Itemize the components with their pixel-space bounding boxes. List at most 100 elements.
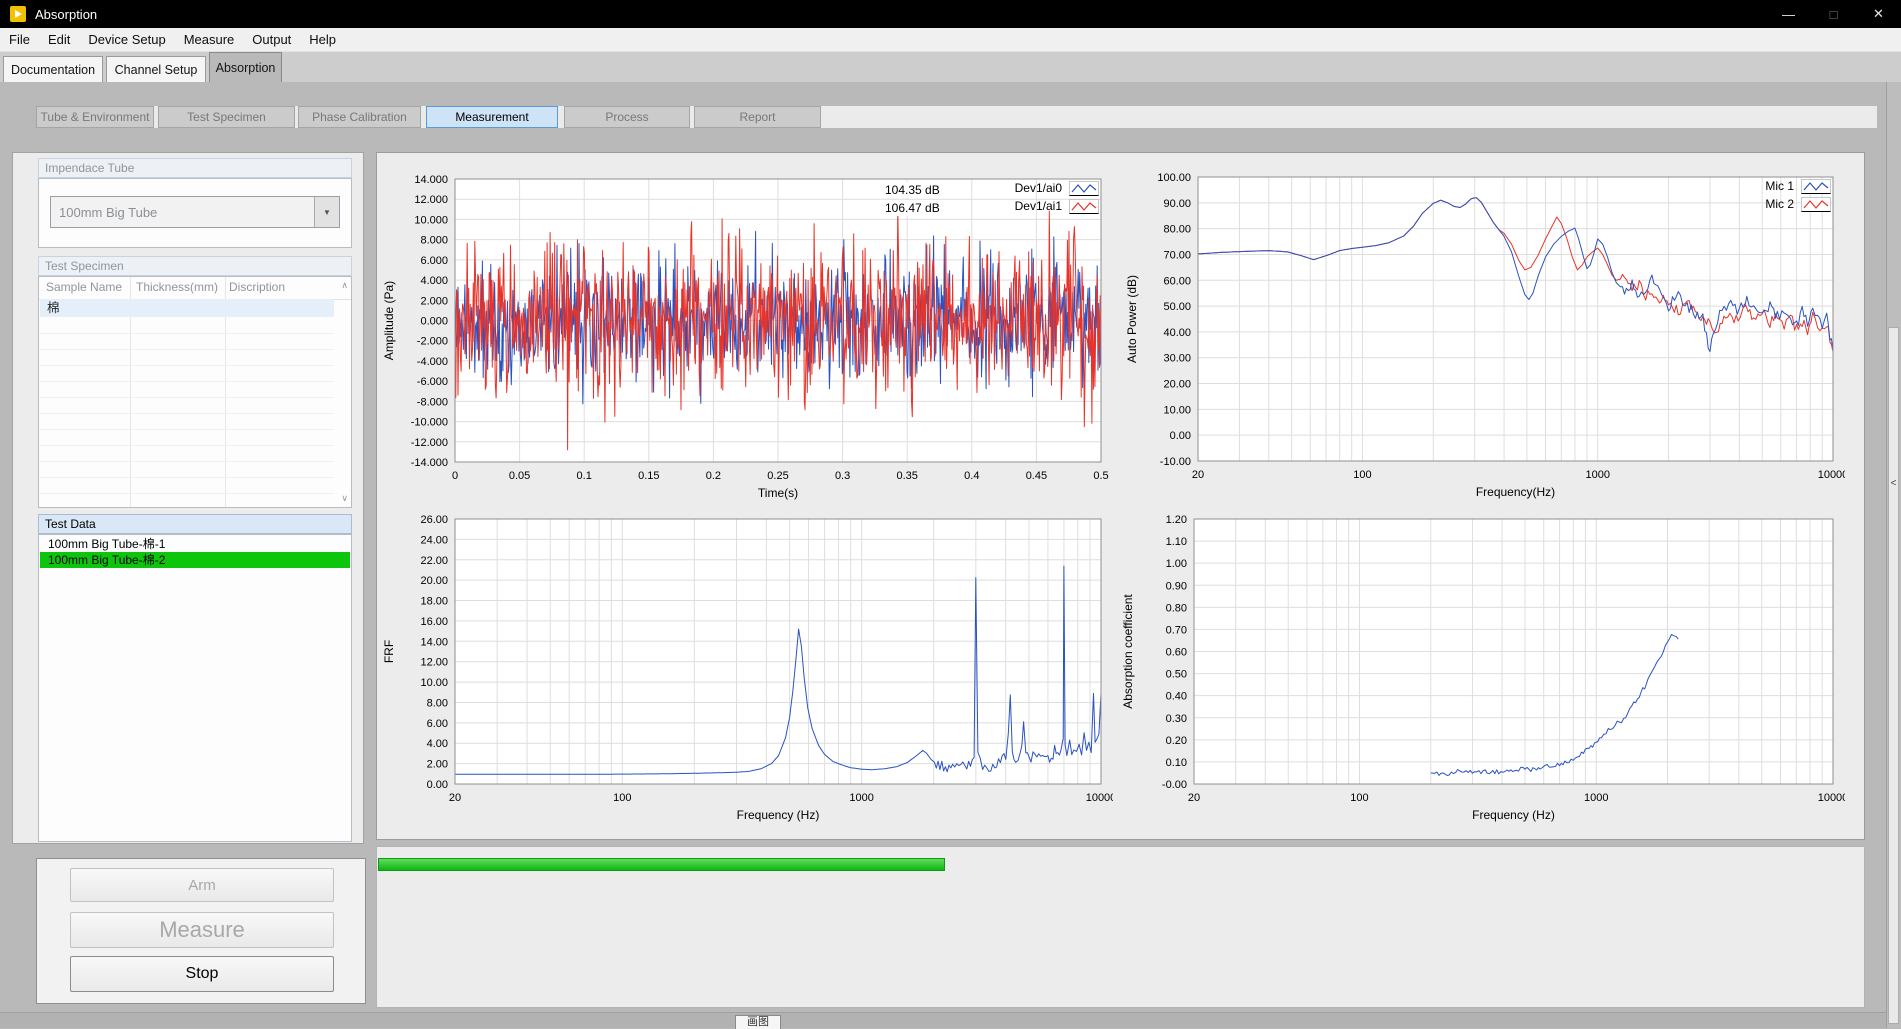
main-tab-strip: DocumentationChannel SetupAbsorption bbox=[0, 52, 1901, 82]
right-scroll-track[interactable]: < bbox=[1888, 327, 1899, 1024]
test-specimen-table: Sample NameThickness(mm)Discription棉∧∨ bbox=[38, 276, 352, 508]
scroll-down-icon[interactable]: ∨ bbox=[341, 494, 348, 503]
svg-text:0.40: 0.40 bbox=[1166, 691, 1187, 703]
subtab-process[interactable]: Process bbox=[564, 106, 690, 128]
table-row-empty[interactable] bbox=[40, 445, 334, 462]
menu-measure[interactable]: Measure bbox=[175, 28, 244, 51]
close-button[interactable]: ✕ bbox=[1856, 0, 1901, 28]
svg-text:Time(s): Time(s) bbox=[758, 486, 798, 500]
table-row-empty[interactable] bbox=[40, 333, 334, 350]
svg-text:6.000: 6.000 bbox=[420, 255, 448, 267]
legend-mic-2[interactable]: Mic 2 bbox=[1765, 196, 1831, 212]
table-row[interactable]: 棉 bbox=[40, 299, 334, 317]
sub-tab-strip: Tube & EnvironmentTest SpecimenPhase Cal… bbox=[36, 106, 1877, 128]
legend-label: Mic 1 bbox=[1765, 179, 1794, 193]
svg-text:0.2: 0.2 bbox=[706, 470, 721, 482]
panel-expand-icon[interactable]: < bbox=[1889, 478, 1898, 489]
svg-text:0.25: 0.25 bbox=[767, 470, 788, 482]
subtab-test-specimen[interactable]: Test Specimen bbox=[158, 106, 295, 128]
tab-absorption[interactable]: Absorption bbox=[209, 52, 282, 82]
test-specimen-header: Test Specimen bbox=[38, 256, 352, 276]
svg-text:0.45: 0.45 bbox=[1026, 470, 1047, 482]
test-data-item[interactable]: 100mm Big Tube-棉-2 bbox=[40, 552, 350, 568]
tab-documentation[interactable]: Documentation bbox=[3, 56, 103, 82]
svg-text:0.10: 0.10 bbox=[1166, 757, 1187, 769]
legend-dev1-ai1[interactable]: Dev1/ai1 bbox=[1015, 198, 1099, 214]
test-data-item[interactable]: 100mm Big Tube-棉-1 bbox=[40, 536, 350, 552]
svg-text:4.000: 4.000 bbox=[420, 275, 448, 287]
maximize-button[interactable]: □ bbox=[1811, 0, 1856, 28]
menu-file[interactable]: File bbox=[0, 28, 39, 51]
svg-text:Frequency(Hz): Frequency(Hz) bbox=[1476, 485, 1555, 499]
window-title: Absorption bbox=[35, 7, 97, 22]
plot-line-icon bbox=[1069, 181, 1099, 196]
arm-button[interactable]: Arm bbox=[70, 868, 334, 902]
svg-text:-6.000: -6.000 bbox=[417, 376, 448, 388]
svg-text:1.10: 1.10 bbox=[1166, 536, 1187, 548]
table-row-empty[interactable] bbox=[40, 381, 334, 398]
legend-label: Dev1/ai1 bbox=[1015, 199, 1062, 213]
column-header-thickness-mm: Thickness(mm) bbox=[136, 280, 218, 294]
svg-text:100: 100 bbox=[1353, 469, 1371, 481]
column-header-discription: Discription bbox=[229, 280, 285, 294]
svg-text:10000: 10000 bbox=[1086, 792, 1113, 804]
level-indicator: 106.47 dB bbox=[880, 200, 945, 216]
svg-text:100: 100 bbox=[1350, 792, 1368, 804]
svg-text:0.60: 0.60 bbox=[1166, 647, 1187, 659]
svg-text:16.00: 16.00 bbox=[420, 616, 448, 628]
frf-chart: 26.0024.0022.0020.0018.0016.0014.0012.00… bbox=[381, 505, 1113, 830]
svg-text:24.00: 24.00 bbox=[420, 534, 448, 546]
table-row-empty[interactable] bbox=[40, 429, 334, 446]
table-row-empty[interactable] bbox=[40, 493, 334, 510]
subtab-report[interactable]: Report bbox=[694, 106, 821, 128]
svg-text:0.1: 0.1 bbox=[577, 470, 592, 482]
table-row-empty[interactable] bbox=[40, 413, 334, 430]
svg-text:-4.000: -4.000 bbox=[417, 356, 448, 368]
svg-text:20: 20 bbox=[1192, 469, 1204, 481]
svg-text:2.00: 2.00 bbox=[427, 759, 448, 771]
scroll-up-icon[interactable]: ∧ bbox=[341, 281, 348, 290]
svg-text:20: 20 bbox=[1188, 792, 1200, 804]
svg-text:10.000: 10.000 bbox=[414, 214, 448, 226]
table-row-empty[interactable] bbox=[40, 317, 334, 334]
table-row-empty[interactable] bbox=[40, 349, 334, 366]
svg-text:12.00: 12.00 bbox=[420, 657, 448, 669]
subtab-measurement[interactable]: Measurement bbox=[426, 106, 558, 128]
table-row-empty[interactable] bbox=[40, 365, 334, 382]
dropdown-arrow-icon[interactable]: ▼ bbox=[314, 197, 339, 227]
plot-line-icon bbox=[1801, 179, 1831, 194]
measure-button[interactable]: Measure bbox=[70, 912, 334, 948]
legend-label: Dev1/ai0 bbox=[1015, 181, 1062, 195]
legend-dev1-ai0[interactable]: Dev1/ai0 bbox=[1015, 180, 1099, 196]
menu-output[interactable]: Output bbox=[243, 28, 300, 51]
menu-help[interactable]: Help bbox=[300, 28, 345, 51]
svg-text:0.00: 0.00 bbox=[1170, 430, 1191, 442]
svg-text:FRF: FRF bbox=[382, 640, 396, 663]
tab-channel-setup[interactable]: Channel Setup bbox=[106, 56, 206, 82]
impedance-tube-select[interactable]: 100mm Big Tube ▼ bbox=[50, 196, 340, 228]
svg-text:0.50: 0.50 bbox=[1166, 669, 1187, 681]
stop-button[interactable]: Stop bbox=[70, 956, 334, 992]
svg-text:50.00: 50.00 bbox=[1163, 301, 1191, 313]
svg-text:0.35: 0.35 bbox=[896, 470, 917, 482]
table-row-empty[interactable] bbox=[40, 397, 334, 414]
svg-text:0.20: 0.20 bbox=[1166, 735, 1187, 747]
tab-draw[interactable]: 画图 bbox=[735, 1015, 781, 1029]
minimize-button[interactable]: — bbox=[1766, 0, 1811, 28]
menu-device-setup[interactable]: Device Setup bbox=[79, 28, 174, 51]
table-row-empty[interactable] bbox=[40, 477, 334, 494]
menu-edit[interactable]: Edit bbox=[39, 28, 79, 51]
svg-text:-2.000: -2.000 bbox=[417, 336, 448, 348]
absorption-coefficient-chart: 1.201.101.000.900.800.700.600.500.400.30… bbox=[1120, 505, 1845, 830]
svg-text:1.00: 1.00 bbox=[1166, 558, 1187, 570]
svg-text:1.20: 1.20 bbox=[1166, 514, 1187, 526]
svg-text:14.000: 14.000 bbox=[414, 174, 448, 186]
subtab-tube-environment[interactable]: Tube & Environment bbox=[36, 106, 154, 128]
subtab-phase-calibration[interactable]: Phase Calibration bbox=[298, 106, 421, 128]
svg-text:Auto Power (dB): Auto Power (dB) bbox=[1125, 275, 1139, 363]
svg-text:10000: 10000 bbox=[1818, 469, 1845, 481]
svg-text:14.00: 14.00 bbox=[420, 636, 448, 648]
plot-line-icon bbox=[1069, 199, 1099, 214]
legend-mic-1[interactable]: Mic 1 bbox=[1765, 178, 1831, 194]
table-row-empty[interactable] bbox=[40, 461, 334, 478]
